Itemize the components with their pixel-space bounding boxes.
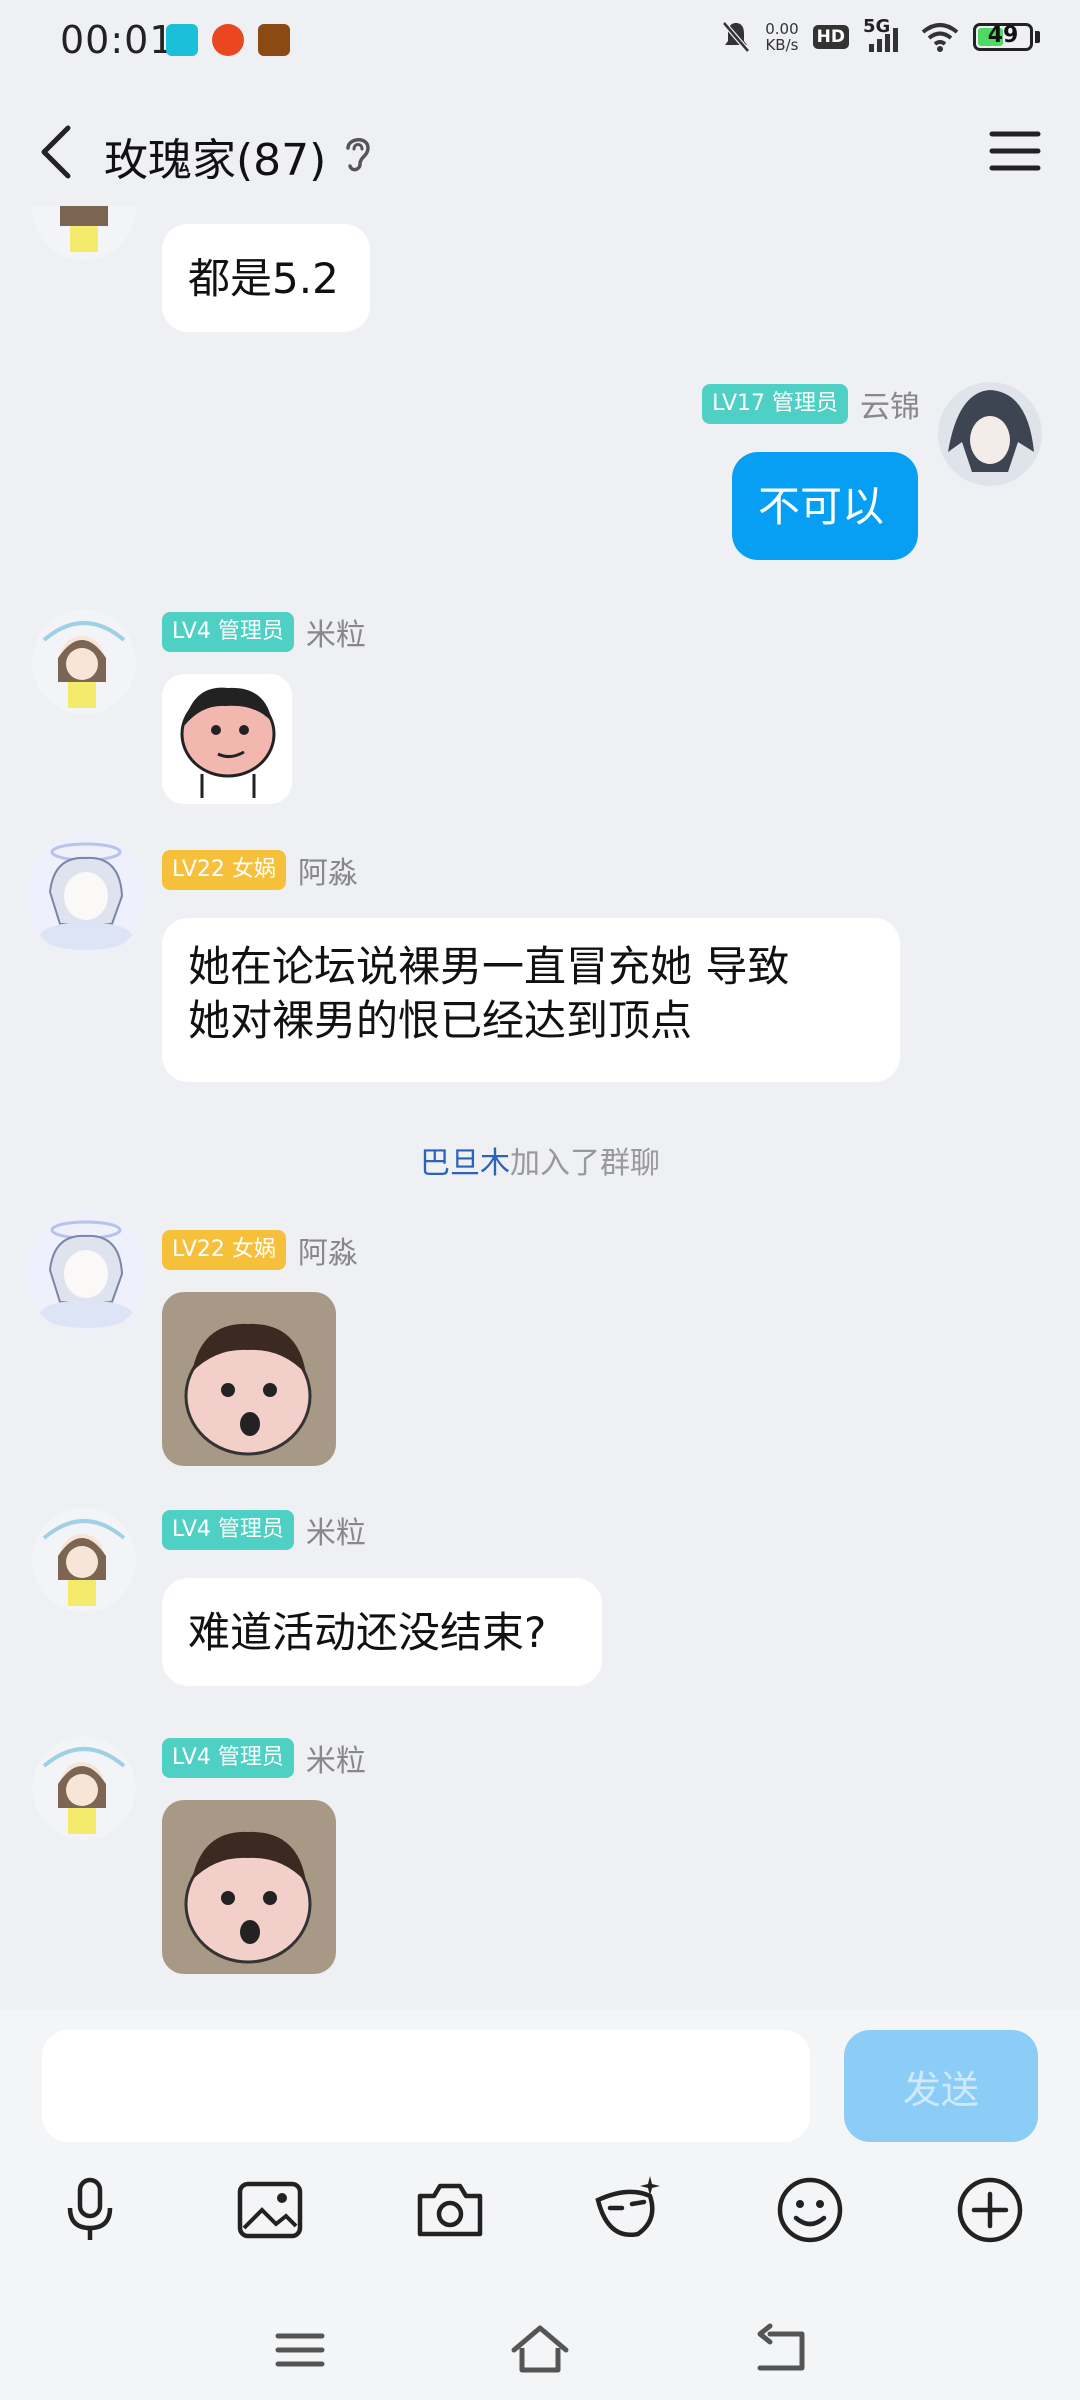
mic-icon[interactable] [50, 2170, 130, 2250]
group-title[interactable]: 玫瑰家(87) [104, 124, 326, 188]
level-badge: LV4 管理员 [162, 1738, 294, 1778]
back-button[interactable] [34, 122, 84, 182]
sender-name: 云锦 [860, 390, 920, 425]
message-meta: LV22 女娲 阿淼 [162, 1228, 358, 1272]
avatar[interactable] [32, 1736, 136, 1840]
plus-icon[interactable] [950, 2170, 1030, 2250]
mute-icon [722, 21, 751, 53]
clock: 00:01 [60, 18, 175, 62]
status-bar: 00:01 0.00 KB/s HD 5G 49 [0, 0, 1080, 84]
message-bubble[interactable]: 都是5.2 [162, 224, 370, 332]
cell-signal: 5G [863, 16, 907, 54]
menu-button[interactable] [988, 128, 1042, 174]
sender-name: 阿淼 [297, 1236, 358, 1271]
avatar[interactable] [32, 610, 136, 714]
system-nav-bar [0, 2300, 1080, 2400]
system-message: 巴旦木加入了群聊 [420, 1146, 660, 1181]
face-sticker[interactable] [162, 674, 292, 804]
emoji-icon[interactable] [770, 2170, 850, 2250]
title-bar: 玫瑰家(87) [0, 96, 1080, 206]
avatar[interactable] [32, 1508, 136, 1612]
back-nav-button[interactable] [750, 2320, 814, 2380]
message-input[interactable] [42, 2030, 810, 2142]
network-speed: 0.00 KB/s [765, 20, 799, 54]
level-badge: LV17 管理员 [702, 384, 848, 424]
signal-bars-icon [869, 28, 898, 52]
image-icon[interactable] [230, 2170, 310, 2250]
avatar[interactable] [24, 832, 148, 956]
message-meta: LV4 管理员 米粒 [162, 610, 366, 654]
avatar[interactable] [24, 1210, 148, 1334]
mask-icon[interactable] [588, 2170, 668, 2250]
sender-name: 米粒 [305, 1516, 366, 1551]
home-button[interactable] [508, 2320, 572, 2380]
hd-icon: HD [812, 25, 849, 49]
wifi-icon [921, 23, 959, 52]
send-button[interactable]: 发送 [844, 2030, 1038, 2142]
message-bubble[interactable]: 难道活动还没结束? [162, 1578, 602, 1686]
level-badge: LV22 女娲 [162, 850, 286, 890]
sender-name: 阿淼 [297, 856, 358, 891]
app-notification-icon [258, 24, 290, 56]
battery-icon: 49 [973, 23, 1033, 51]
level-badge: LV4 管理员 [162, 612, 294, 652]
input-toolbar [0, 2170, 1080, 2260]
level-badge: LV4 管理员 [162, 1510, 294, 1550]
app-notification-icon [212, 24, 244, 56]
recent-apps-button[interactable] [268, 2320, 332, 2380]
curly-face-sticker[interactable] [162, 1292, 336, 1466]
message-bubble[interactable]: 她在论坛说裸男一直冒充她 导致 她对裸男的恨已经达到顶点 [162, 918, 900, 1082]
curly-face-sticker[interactable] [162, 1800, 336, 1974]
message-meta: LV22 女娲 阿淼 [162, 848, 358, 892]
message-meta: LV4 管理员 米粒 [162, 1736, 366, 1780]
joined-member-name[interactable]: 巴旦木 [420, 1146, 510, 1181]
level-badge: LV22 女娲 [162, 1230, 286, 1270]
message-bubble[interactable]: 不可以 [732, 452, 918, 560]
camera-icon[interactable] [410, 2170, 490, 2250]
chat-area[interactable]: 都是5.2 LV17 管理员 云锦 不可以 LV4 管理员 米粒 LV22 女娲… [0, 206, 1080, 2006]
avatar[interactable] [32, 206, 136, 260]
notification-icons [166, 24, 290, 56]
sender-name: 米粒 [305, 1744, 366, 1779]
sender-name: 米粒 [305, 618, 366, 653]
message-meta: LV17 管理员 云锦 [702, 382, 920, 426]
message-meta: LV4 管理员 米粒 [162, 1508, 366, 1552]
app-notification-icon [166, 24, 198, 56]
ear-icon[interactable] [340, 132, 376, 176]
avatar[interactable] [938, 382, 1042, 486]
